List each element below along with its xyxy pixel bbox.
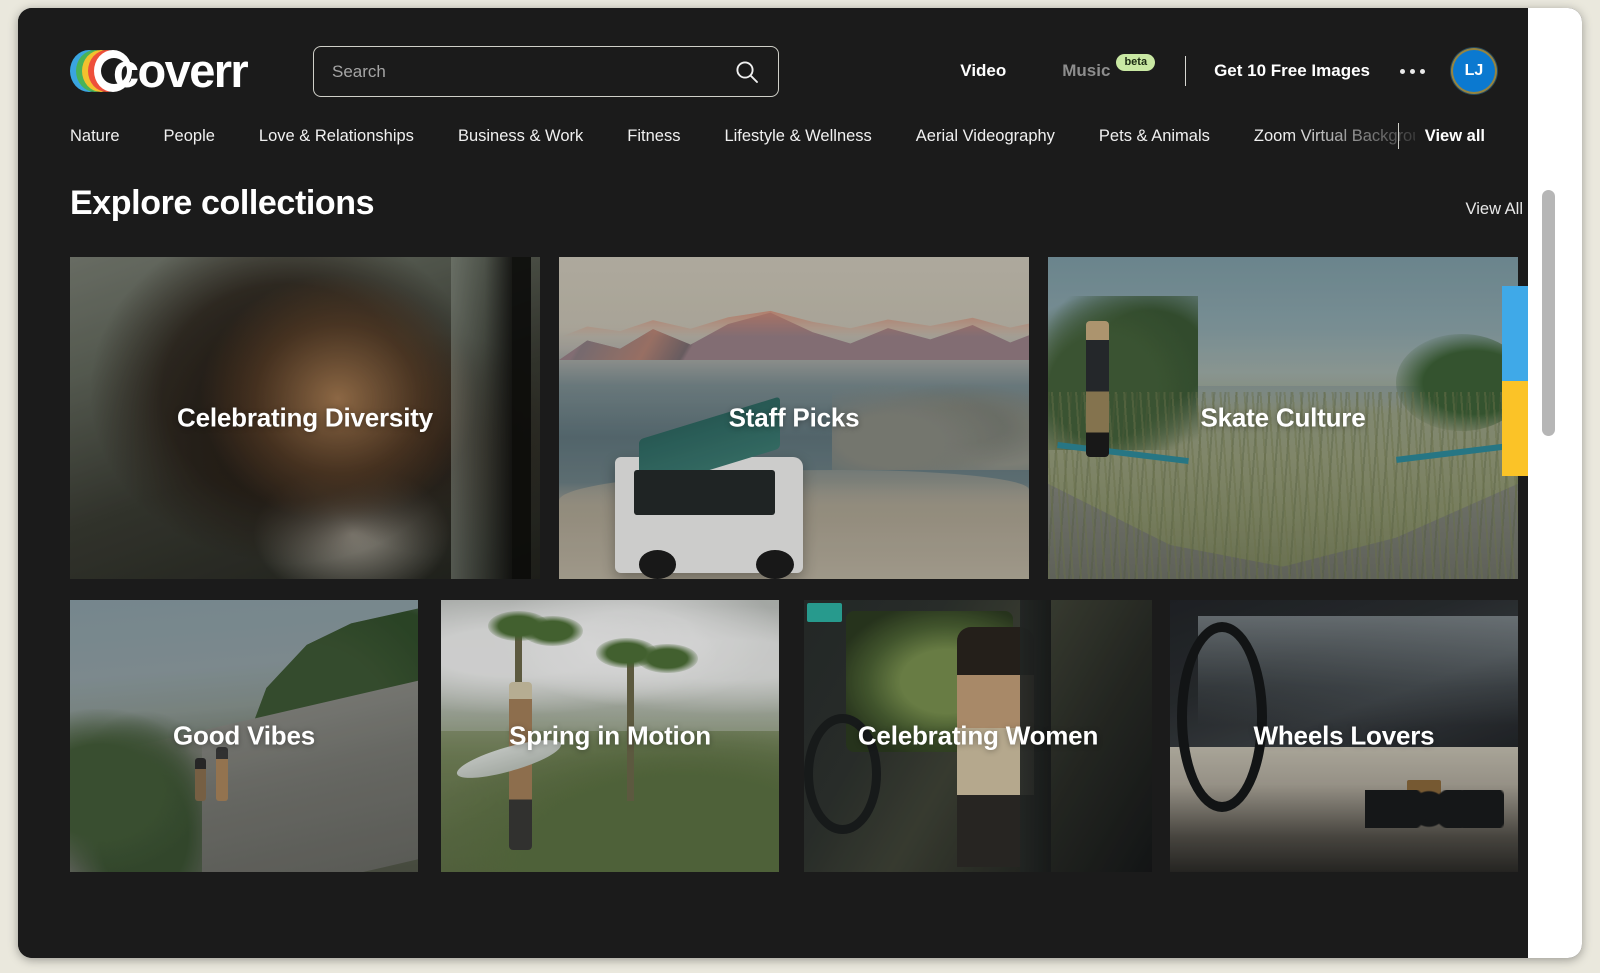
widget-tab-top xyxy=(1502,286,1528,381)
card-title: Celebrating Women xyxy=(804,721,1152,752)
music-beta-badge: beta xyxy=(1116,54,1155,71)
card-title: Good Vibes xyxy=(70,721,418,752)
logo-wordmark: coverr xyxy=(113,47,247,94)
header-divider xyxy=(1185,56,1186,86)
category-view-all-link[interactable]: View all xyxy=(1425,127,1485,146)
category-love-relationships[interactable]: Love & Relationships xyxy=(259,127,414,146)
browser-window: coverr Video Music beta xyxy=(18,8,1582,958)
nav-video[interactable]: Video xyxy=(960,61,1006,81)
category-pets-animals[interactable]: Pets & Animals xyxy=(1099,127,1210,146)
ellipsis-icon[interactable] xyxy=(1400,69,1425,74)
category-lifestyle-wellness[interactable]: Lifestyle & Wellness xyxy=(724,127,871,146)
category-nav: Nature People Love & Relationships Busin… xyxy=(18,112,1528,160)
avatar[interactable]: LJ xyxy=(1453,50,1495,92)
collection-card-celebrating-diversity[interactable]: Celebrating Diversity xyxy=(70,257,540,579)
category-business-work[interactable]: Business & Work xyxy=(458,127,583,146)
category-nature[interactable]: Nature xyxy=(70,127,120,146)
collection-card-celebrating-women[interactable]: Celebrating Women xyxy=(804,600,1152,872)
logo-arcs-icon xyxy=(70,50,116,92)
screenshot-viewport: coverr Video Music beta xyxy=(0,0,1600,973)
page-content: coverr Video Music beta xyxy=(18,8,1528,958)
collection-card-skate-culture[interactable]: Skate Culture xyxy=(1048,257,1518,579)
card-title: Staff Picks xyxy=(559,403,1029,434)
collection-card-good-vibes[interactable]: Good Vibes xyxy=(70,600,418,872)
category-nav-scroll[interactable]: Nature People Love & Relationships Busin… xyxy=(70,127,1415,146)
scrollbar-thumb[interactable] xyxy=(1542,190,1555,436)
card-title: Spring in Motion xyxy=(441,721,779,752)
header-right-nav: Video Music beta Get 10 Free Images LJ xyxy=(960,46,1528,96)
site-header: coverr Video Music beta xyxy=(18,8,1528,110)
section-view-all-link[interactable]: View All xyxy=(1466,200,1523,219)
category-aerial-videography[interactable]: Aerial Videography xyxy=(916,127,1055,146)
feedback-widget-tab[interactable] xyxy=(1502,286,1528,476)
collection-card-spring-in-motion[interactable]: Spring in Motion xyxy=(441,600,779,872)
category-fitness[interactable]: Fitness xyxy=(627,127,680,146)
vertical-scrollbar[interactable] xyxy=(1528,8,1582,958)
search-box[interactable] xyxy=(313,46,779,97)
nav-music-label[interactable]: Music xyxy=(1062,61,1110,81)
page-title: Explore collections xyxy=(70,184,374,223)
card-title: Skate Culture xyxy=(1048,403,1518,434)
get-free-images-link[interactable]: Get 10 Free Images xyxy=(1214,61,1370,81)
widget-tab-bottom xyxy=(1502,381,1528,476)
collection-card-wheels-lovers[interactable]: Wheels Lovers xyxy=(1170,600,1518,872)
card-title: Wheels Lovers xyxy=(1170,721,1518,752)
nav-music[interactable]: Music beta xyxy=(1062,61,1155,81)
section-header: Explore collections View All xyxy=(70,184,1523,223)
coverr-logo[interactable]: coverr xyxy=(70,46,247,96)
category-nav-divider xyxy=(1398,123,1399,149)
category-nav-right: View all xyxy=(1398,112,1528,160)
category-people[interactable]: People xyxy=(164,127,215,146)
card-title: Celebrating Diversity xyxy=(70,403,540,434)
search-input[interactable] xyxy=(314,62,734,82)
search-icon[interactable] xyxy=(734,59,760,85)
collection-card-staff-picks[interactable]: Staff Picks xyxy=(559,257,1029,579)
category-zoom-backgrounds[interactable]: Zoom Virtual Backgrounds xyxy=(1254,127,1415,146)
